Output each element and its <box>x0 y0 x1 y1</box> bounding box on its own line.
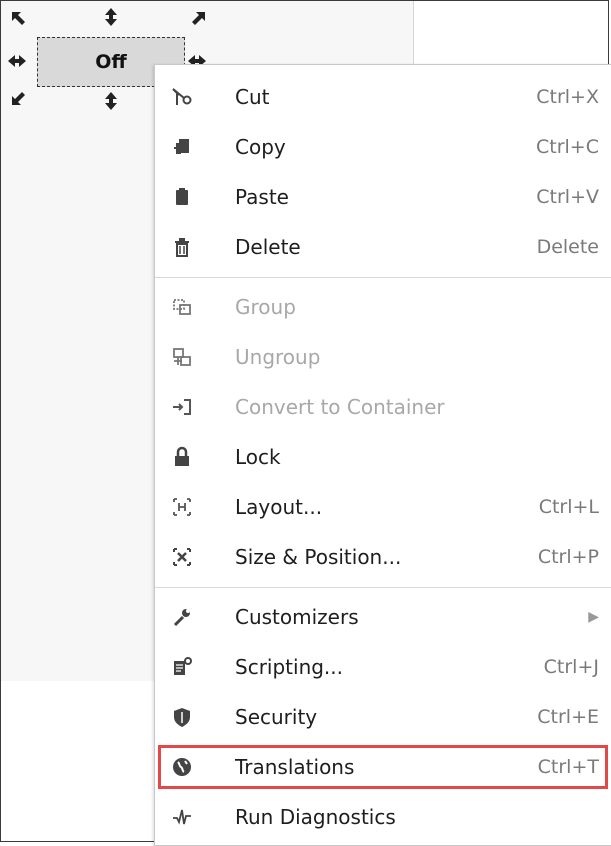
resize-ne-handle-icon[interactable] <box>188 9 208 29</box>
context-menu: Cut Ctrl+X Copy Ctrl+C Paste Ctrl+V Dele… <box>154 64 611 846</box>
menu-item-cut[interactable]: Cut Ctrl+X <box>155 72 611 122</box>
trash-icon <box>171 236 193 258</box>
menu-item-lock[interactable]: Lock <box>155 432 611 482</box>
menu-separator <box>155 587 611 588</box>
menu-item-delete[interactable]: Delete Delete <box>155 222 611 272</box>
ungroup-icon <box>171 346 193 368</box>
shield-icon <box>171 706 193 728</box>
globe-icon <box>171 756 193 778</box>
menu-item-run-diagnostics[interactable]: Run Diagnostics <box>155 792 611 842</box>
menu-item-size-position[interactable]: Size & Position... Ctrl+P <box>155 532 611 582</box>
diagnostics-icon <box>171 806 193 828</box>
menu-item-customizers[interactable]: Customizers ▶ <box>155 592 611 642</box>
paste-icon <box>171 186 193 208</box>
resize-w-handle-icon[interactable] <box>7 51 27 71</box>
menu-item-ungroup[interactable]: Ungroup <box>155 332 611 382</box>
resize-sw-handle-icon[interactable] <box>9 88 29 108</box>
menu-item-convert-to-container[interactable]: Convert to Container <box>155 382 611 432</box>
menu-item-translations[interactable]: Translations Ctrl+T <box>155 742 611 792</box>
component-label: Off <box>95 51 127 73</box>
menu-item-security[interactable]: Security Ctrl+E <box>155 692 611 742</box>
layout-icon <box>171 496 193 518</box>
submenu-arrow-icon: ▶ <box>588 609 599 625</box>
menu-item-layout[interactable]: Layout... Ctrl+L <box>155 482 611 532</box>
size-position-icon <box>171 546 193 568</box>
resize-n-handle-icon[interactable] <box>101 7 121 27</box>
menu-item-paste[interactable]: Paste Ctrl+V <box>155 172 611 222</box>
scissors-icon <box>171 86 193 108</box>
copy-icon <box>171 136 193 158</box>
convert-container-icon <box>171 396 193 418</box>
menu-separator <box>155 277 611 278</box>
menu-item-scripting[interactable]: Scripting... Ctrl+J <box>155 642 611 692</box>
canvas-blank-area <box>414 1 608 65</box>
menu-item-copy[interactable]: Copy Ctrl+C <box>155 122 611 172</box>
resize-s-handle-icon[interactable] <box>101 91 121 111</box>
lock-icon <box>171 446 193 468</box>
menu-item-group[interactable]: Group <box>155 282 611 332</box>
scripting-icon <box>171 656 193 678</box>
resize-nw-handle-icon[interactable] <box>9 9 29 29</box>
wrench-icon <box>171 606 193 628</box>
group-icon <box>171 296 193 318</box>
